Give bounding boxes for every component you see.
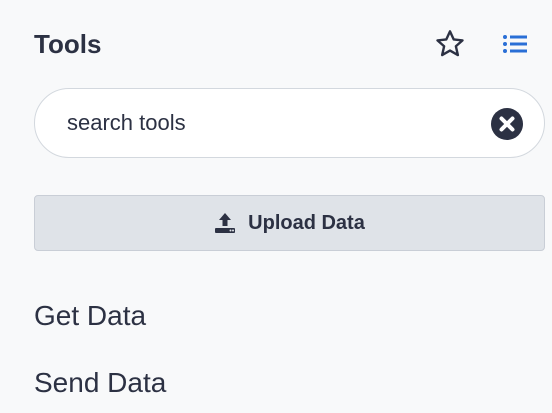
star-icon[interactable] [433,28,467,60]
tool-panel-header: Tools [34,26,534,62]
upload-data-button[interactable]: Upload Data [34,195,545,251]
search-input[interactable] [67,89,477,157]
clear-search-icon[interactable] [490,107,524,141]
search-box [34,88,545,158]
upload-icon [215,213,236,233]
section-send-data[interactable]: Send Data [34,367,166,399]
panel-title: Tools [34,29,102,59]
tool-panel: Tools Upload Data Get Data Send Data [0,0,552,413]
list-icon[interactable] [502,33,528,55]
section-get-data[interactable]: Get Data [34,300,146,332]
upload-data-label: Upload Data [248,211,365,234]
